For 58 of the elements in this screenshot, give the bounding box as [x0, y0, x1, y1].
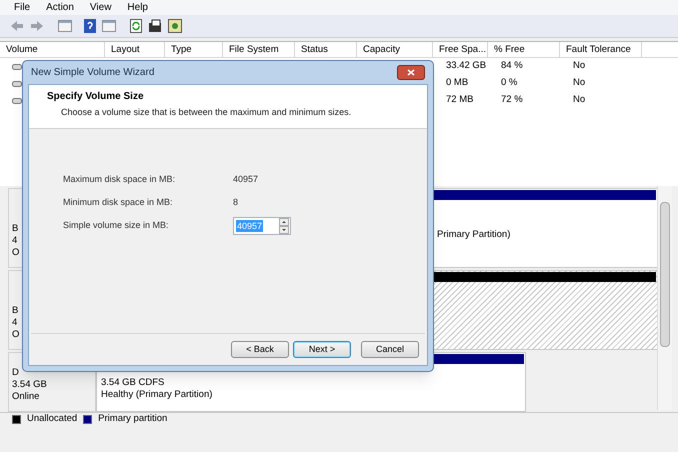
disk-label: Online [12, 391, 40, 403]
column-header[interactable]: Status [295, 42, 357, 57]
field-label: Simple volume size in MB: [63, 219, 170, 232]
disk-label: 4 [12, 317, 18, 329]
partition-info: Healthy (Primary Partition) [101, 389, 212, 401]
disk-label: 3.54 GB [12, 379, 47, 391]
table-cell-text: 33.42 GB [445, 59, 488, 74]
disk-label: 4 [12, 235, 18, 247]
menu-item[interactable]: File [14, 0, 30, 15]
help-icon[interactable] [84, 19, 96, 33]
column-header[interactable]: Free Spa... [433, 42, 488, 57]
table-cell-text: 0 % [500, 76, 518, 90]
table-cell-text: 72 % [500, 93, 524, 108]
table-cell-text: 72 MB [445, 93, 474, 108]
panel-icon[interactable] [102, 20, 116, 32]
column-header[interactable]: Type [165, 42, 223, 57]
field-value: 40957 [233, 173, 258, 186]
disk-label: B [12, 223, 18, 235]
disk-label: O [12, 247, 20, 259]
table-cell-text: No [572, 76, 586, 90]
close-icon [407, 69, 415, 76]
column-header[interactable]: % Free [488, 42, 560, 57]
wizard-subtitle: Choose a volume size that is between the maximum and minimum sizes. [60, 106, 352, 119]
menu-item[interactable]: Help [127, 0, 148, 15]
column-header[interactable]: Fault Tolerance [560, 42, 642, 57]
dialog-title: New Simple Volume Wizard [31, 66, 154, 80]
disk-label: D [12, 367, 19, 379]
disk-label: B [12, 305, 18, 317]
table-cell-text: No [572, 93, 586, 108]
field-label: Maximum disk space in MB: [63, 173, 176, 186]
disk-settings-icon[interactable] [168, 19, 182, 33]
menu-item[interactable]: Action [46, 0, 74, 15]
scrollbar[interactable] [657, 186, 672, 410]
table-cell-text: 84 % [500, 59, 524, 74]
field-value: 8 [233, 196, 238, 210]
spin-arrows-icon[interactable] [279, 218, 289, 234]
properties-icon[interactable] [148, 19, 162, 33]
spin-value: 40957 [236, 220, 264, 232]
column-header[interactable]: Volume [0, 42, 105, 57]
partition-info: Primary Partition) [437, 229, 510, 241]
disk-label: O [12, 329, 20, 341]
menu-item[interactable]: View [90, 0, 112, 15]
wizard-heading: Specify Volume Size [47, 90, 145, 104]
column-header[interactable]: File System [223, 42, 295, 57]
wizard-button[interactable]: < Back [231, 341, 289, 358]
wizard-button[interactable]: Cancel [361, 341, 419, 358]
close-button[interactable] [397, 65, 425, 80]
field-label: Minimum disk space in MB: [63, 196, 174, 210]
refresh-icon[interactable] [130, 19, 142, 33]
partition-info: 3.54 GB CDFS [101, 377, 164, 389]
column-header[interactable]: Layout [105, 42, 165, 57]
table-cell-text: 0 MB [445, 76, 470, 90]
legend-label: Unallocated [27, 412, 78, 426]
table-cell-text: No [572, 59, 586, 74]
wizard-button[interactable]: Next > [293, 341, 351, 358]
panel-icon[interactable] [58, 20, 72, 32]
legend-label: Primary partition [98, 412, 168, 426]
column-header[interactable]: Capacity [357, 42, 433, 57]
